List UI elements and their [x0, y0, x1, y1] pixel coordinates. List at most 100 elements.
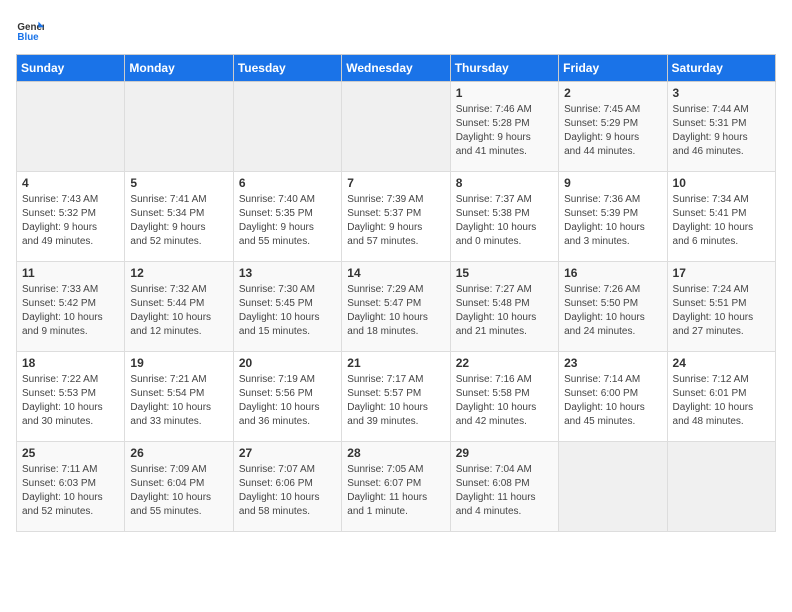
day-cell: 12Sunrise: 7:32 AM Sunset: 5:44 PM Dayli…: [125, 262, 233, 352]
day-cell: 23 Sunrise: 7:14 AM Sunset: 6:00 PM Dayli…: [559, 352, 667, 442]
day-number: 13: [239, 266, 336, 280]
day-info: Sunrise: 7:33 AM Sunset: 5:42 PM Dayligh…: [22, 283, 119, 339]
day-cell: 26 Sunrise: 7:09 AM Sunset: 6:04 PM Dayli…: [125, 442, 233, 532]
day-cell: 5 Sunrise: 7:41 AM Sunset: 5:34 PM Daylig…: [125, 172, 233, 262]
day-cell: [342, 82, 450, 172]
day-number: 11: [22, 266, 119, 280]
day-number: 15: [456, 266, 553, 280]
day-cell: 28 Sunrise: 7:05 AM Sunset: 6:07 PM Dayli…: [342, 442, 450, 532]
day-number: 4: [22, 176, 119, 190]
day-cell: 10 Sunrise: 7:34 AM Sunset: 5:41 PM Dayli…: [667, 172, 775, 262]
day-cell: [17, 82, 125, 172]
day-info: Sunrise: 7:29 AM Sunset: 5:47 PM Dayligh…: [347, 283, 444, 339]
day-number: 20: [239, 356, 336, 370]
day-number: 2: [564, 86, 661, 100]
day-info: Sunrise: 7:21 AM Sunset: 5:54 PM Dayligh…: [130, 373, 227, 429]
day-header-wednesday: Wednesday: [342, 55, 450, 82]
day-number: 25: [22, 446, 119, 460]
day-cell: [233, 82, 341, 172]
day-info: Sunrise: 7:12 AM Sunset: 6:01 PM Dayligh…: [673, 373, 770, 429]
day-info: Sunrise: 7:43 AM Sunset: 5:32 PM Dayligh…: [22, 193, 119, 249]
logo-icon: General Blue: [16, 16, 44, 44]
day-number: 1: [456, 86, 553, 100]
day-header-sunday: Sunday: [17, 55, 125, 82]
day-info: Sunrise: 7:45 AM Sunset: 5:29 PM Dayligh…: [564, 103, 661, 159]
day-number: 29: [456, 446, 553, 460]
page-header: General Blue: [16, 16, 776, 44]
day-number: 19: [130, 356, 227, 370]
day-info: Sunrise: 7:22 AM Sunset: 5:53 PM Dayligh…: [22, 373, 119, 429]
day-info: Sunrise: 7:07 AM Sunset: 6:06 PM Dayligh…: [239, 463, 336, 519]
day-cell: 20 Sunrise: 7:19 AM Sunset: 5:56 PM Dayli…: [233, 352, 341, 442]
day-info: Sunrise: 7:27 AM Sunset: 5:48 PM Dayligh…: [456, 283, 553, 339]
day-cell: [125, 82, 233, 172]
day-info: Sunrise: 7:36 AM Sunset: 5:39 PM Dayligh…: [564, 193, 661, 249]
day-info: Sunrise: 7:37 AM Sunset: 5:38 PM Dayligh…: [456, 193, 553, 249]
day-header-tuesday: Tuesday: [233, 55, 341, 82]
day-header-thursday: Thursday: [450, 55, 558, 82]
day-info: Sunrise: 7:39 AM Sunset: 5:37 PM Dayligh…: [347, 193, 444, 249]
day-cell: 4 Sunrise: 7:43 AM Sunset: 5:32 PM Daylig…: [17, 172, 125, 262]
logo: General Blue: [16, 16, 48, 44]
day-info: Sunrise: 7:46 AM Sunset: 5:28 PM Dayligh…: [456, 103, 553, 159]
day-cell: 16 Sunrise: 7:26 AM Sunset: 5:50 PM Dayli…: [559, 262, 667, 352]
day-cell: 17 Sunrise: 7:24 AM Sunset: 5:51 PM Dayli…: [667, 262, 775, 352]
day-cell: 2 Sunrise: 7:45 AM Sunset: 5:29 PM Daylig…: [559, 82, 667, 172]
day-info: Sunrise: 7:41 AM Sunset: 5:34 PM Dayligh…: [130, 193, 227, 249]
day-cell: 8 Sunrise: 7:37 AM Sunset: 5:38 PM Daylig…: [450, 172, 558, 262]
day-number: 22: [456, 356, 553, 370]
day-cell: 21 Sunrise: 7:17 AM Sunset: 5:57 PM Dayli…: [342, 352, 450, 442]
week-row-1: 1 Sunrise: 7:46 AM Sunset: 5:28 PM Daylig…: [17, 82, 776, 172]
day-number: 28: [347, 446, 444, 460]
day-number: 24: [673, 356, 770, 370]
day-info: Sunrise: 7:34 AM Sunset: 5:41 PM Dayligh…: [673, 193, 770, 249]
day-cell: 6 Sunrise: 7:40 AM Sunset: 5:35 PM Daylig…: [233, 172, 341, 262]
day-cell: 15 Sunrise: 7:27 AM Sunset: 5:48 PM Dayli…: [450, 262, 558, 352]
day-info: Sunrise: 7:05 AM Sunset: 6:07 PM Dayligh…: [347, 463, 444, 519]
day-cell: 11 Sunrise: 7:33 AM Sunset: 5:42 PM Dayli…: [17, 262, 125, 352]
day-cell: 25 Sunrise: 7:11 AM Sunset: 6:03 PM Dayli…: [17, 442, 125, 532]
day-info: Sunrise: 7:32 AM Sunset: 5:44 PM Dayligh…: [130, 283, 227, 339]
day-cell: 18 Sunrise: 7:22 AM Sunset: 5:53 PM Dayli…: [17, 352, 125, 442]
day-header-monday: Monday: [125, 55, 233, 82]
day-info: Sunrise: 7:17 AM Sunset: 5:57 PM Dayligh…: [347, 373, 444, 429]
day-cell: 7 Sunrise: 7:39 AM Sunset: 5:37 PM Daylig…: [342, 172, 450, 262]
day-number: 21: [347, 356, 444, 370]
day-info: Sunrise: 7:26 AM Sunset: 5:50 PM Dayligh…: [564, 283, 661, 339]
day-number: 5: [130, 176, 227, 190]
calendar-table: SundayMondayTuesdayWednesdayThursdayFrid…: [16, 54, 776, 532]
day-cell: 9 Sunrise: 7:36 AM Sunset: 5:39 PM Daylig…: [559, 172, 667, 262]
day-cell: 27Sunrise: 7:07 AM Sunset: 6:06 PM Dayli…: [233, 442, 341, 532]
day-number: 16: [564, 266, 661, 280]
day-cell: 22 Sunrise: 7:16 AM Sunset: 5:58 PM Dayli…: [450, 352, 558, 442]
day-number: 26: [130, 446, 227, 460]
day-cell: 19 Sunrise: 7:21 AM Sunset: 5:54 PM Dayli…: [125, 352, 233, 442]
day-info: Sunrise: 7:04 AM Sunset: 6:08 PM Dayligh…: [456, 463, 553, 519]
day-info: Sunrise: 7:19 AM Sunset: 5:56 PM Dayligh…: [239, 373, 336, 429]
day-cell: 24 Sunrise: 7:12 AM Sunset: 6:01 PM Dayli…: [667, 352, 775, 442]
day-number: 9: [564, 176, 661, 190]
day-info: Sunrise: 7:16 AM Sunset: 5:58 PM Dayligh…: [456, 373, 553, 429]
day-info: Sunrise: 7:09 AM Sunset: 6:04 PM Dayligh…: [130, 463, 227, 519]
day-info: Sunrise: 7:40 AM Sunset: 5:35 PM Dayligh…: [239, 193, 336, 249]
day-cell: 14Sunrise: 7:29 AM Sunset: 5:47 PM Dayli…: [342, 262, 450, 352]
day-number: 8: [456, 176, 553, 190]
week-row-4: 18 Sunrise: 7:22 AM Sunset: 5:53 PM Dayli…: [17, 352, 776, 442]
day-number: 17: [673, 266, 770, 280]
week-row-2: 4 Sunrise: 7:43 AM Sunset: 5:32 PM Daylig…: [17, 172, 776, 262]
day-info: Sunrise: 7:24 AM Sunset: 5:51 PM Dayligh…: [673, 283, 770, 339]
day-number: 7: [347, 176, 444, 190]
day-number: 10: [673, 176, 770, 190]
week-row-5: 25 Sunrise: 7:11 AM Sunset: 6:03 PM Dayli…: [17, 442, 776, 532]
day-info: Sunrise: 7:11 AM Sunset: 6:03 PM Dayligh…: [22, 463, 119, 519]
day-header-saturday: Saturday: [667, 55, 775, 82]
svg-text:Blue: Blue: [17, 32, 39, 43]
day-info: Sunrise: 7:30 AM Sunset: 5:45 PM Dayligh…: [239, 283, 336, 339]
day-cell: 3Sunrise: 7:44 AM Sunset: 5:31 PM Daylig…: [667, 82, 775, 172]
day-number: 18: [22, 356, 119, 370]
days-header-row: SundayMondayTuesdayWednesdayThursdayFrid…: [17, 55, 776, 82]
day-header-friday: Friday: [559, 55, 667, 82]
day-info: Sunrise: 7:14 AM Sunset: 6:00 PM Dayligh…: [564, 373, 661, 429]
day-number: 6: [239, 176, 336, 190]
day-number: 23: [564, 356, 661, 370]
